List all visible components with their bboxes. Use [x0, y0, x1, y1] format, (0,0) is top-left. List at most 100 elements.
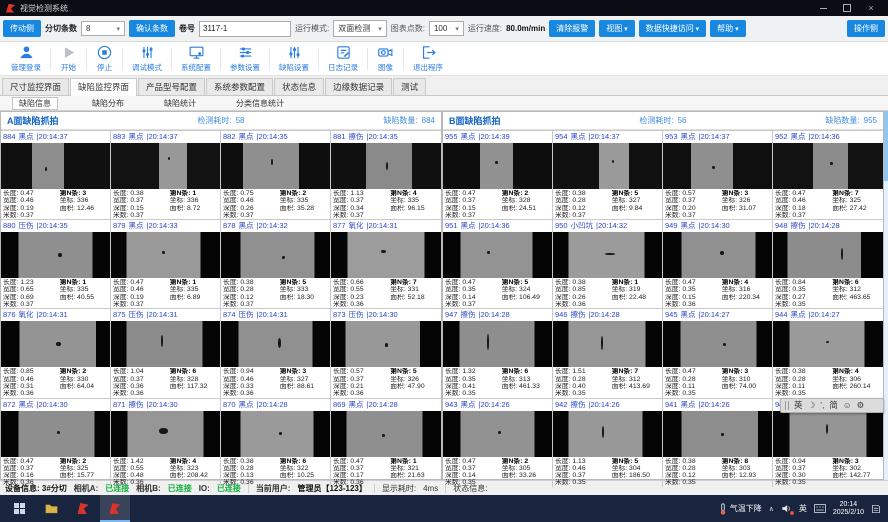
- defect-cell[interactable]: 869黑点|20:14:28长度: 0.47宽度: 0.37深度: 0.17米数…: [331, 398, 441, 487]
- defect-cell[interactable]: 882黑点|20:14:35长度: 0.75宽度: 0.46深度: 0.26米数…: [221, 130, 331, 219]
- subtab-3[interactable]: 分类信息统计: [230, 98, 290, 109]
- info-row: 第N条: 7: [832, 190, 881, 197]
- defect-cell[interactable]: 949黑点|20:14:30长度: 0.47宽度: 0.35深度: 0.15米数…: [663, 219, 773, 308]
- action-start-button[interactable]: 开始: [51, 44, 86, 73]
- confirm-count-button[interactable]: 确认条数: [129, 20, 175, 37]
- action-image-button[interactable]: 图像: [368, 44, 403, 73]
- keyboard-icon[interactable]: [814, 504, 826, 513]
- defect-cell[interactable]: 872黑点|20:14:30长度: 0.47宽度: 0.37深度: 0.16米数…: [1, 398, 111, 487]
- defect-spot: [721, 433, 724, 436]
- defect-cell[interactable]: 950小凹坑|20:14:32长度: 0.38宽度: 0.85深度: 0.26米…: [553, 219, 663, 308]
- tab-6[interactable]: 测试: [393, 78, 426, 95]
- ime-lang-toggle[interactable]: 英: [794, 399, 803, 412]
- defect-cell[interactable]: 942擦伤|20:14:26长度: 1.13宽度: 0.46深度: 0.37米数…: [553, 398, 663, 487]
- run-mode-select[interactable]: 双面检测: [333, 20, 387, 37]
- defect-cell[interactable]: 880压伤|20:14:35长度: 1.23宽度: 0.65深度: 0.69米数…: [1, 219, 111, 308]
- action-user-button[interactable]: 管理登录: [2, 44, 50, 73]
- tab-1[interactable]: 缺陷监控界面: [70, 78, 137, 96]
- start-button[interactable]: [4, 495, 34, 522]
- action-stop-button[interactable]: 停止: [87, 44, 122, 73]
- info-row: 坐标: 326: [390, 376, 439, 383]
- minimize-button[interactable]: [818, 3, 828, 13]
- ime-punctuation-toggle[interactable]: ’,: [820, 399, 824, 412]
- taskbar-app-icon[interactable]: [68, 495, 98, 522]
- info-row: 宽度: 0.28: [665, 376, 722, 383]
- defect-cell[interactable]: 941黑点|20:14:26长度: 0.38宽度: 0.28深度: 0.12米数…: [663, 398, 773, 487]
- defect-info-right: 第N条: 4坐标: 335面积: 96.15: [390, 190, 439, 219]
- defect-cell[interactable]: 952黑点|20:14:36长度: 0.47宽度: 0.46深度: 0.18米数…: [773, 130, 883, 219]
- defect-cell[interactable]: 953黑点|20:14:37长度: 0.57宽度: 0.37深度: 0.20米数…: [663, 130, 773, 219]
- ime-simplified-toggle[interactable]: 简: [829, 399, 838, 412]
- tab-0[interactable]: 尺寸监控界面: [2, 78, 69, 95]
- defect-cell[interactable]: 873压伤|20:14:30长度: 0.57宽度: 0.37深度: 0.21米数…: [331, 308, 441, 397]
- defect-cell[interactable]: 944黑点|20:14:27长度: 0.38宽度: 0.28深度: 0.11米数…: [773, 308, 883, 397]
- defect-cell[interactable]: 879黑点|20:14:33长度: 0.47宽度: 0.46深度: 0.19米数…: [111, 219, 221, 308]
- ime-drag-handle[interactable]: [785, 401, 789, 410]
- run-speed-label: 运行速度:: [468, 23, 502, 34]
- start-icon: [60, 44, 77, 61]
- defect-cell[interactable]: 870黑点|20:14:28长度: 0.38宽度: 0.28深度: 0.13米数…: [221, 398, 331, 487]
- defect-cell[interactable]: 884黑点|20:14:37长度: 0.47宽度: 0.46深度: 0.19米数…: [1, 130, 111, 219]
- subtab-2[interactable]: 缺陷统计: [158, 98, 202, 109]
- defect-cell[interactable]: 875压伤|20:14:31长度: 1.04宽度: 0.37深度: 0.36米数…: [111, 308, 221, 397]
- drive-side-button[interactable]: 传动侧: [3, 20, 41, 37]
- info-row: 宽度: 0.46: [223, 197, 280, 204]
- scrollbar-thumb[interactable]: [884, 111, 888, 181]
- chart-points-select[interactable]: 100: [429, 21, 464, 36]
- view-menu-button[interactable]: 视图: [599, 20, 634, 37]
- roll-number-input[interactable]: [199, 21, 291, 37]
- defect-cell[interactable]: 946擦伤|20:14:28长度: 1.51宽度: 0.28深度: 0.40米数…: [553, 308, 663, 397]
- action-log-button[interactable]: 日志记录: [319, 44, 367, 73]
- defect-cell[interactable]: 947擦伤|20:14:28长度: 1.32宽度: 0.35深度: 0.41米数…: [443, 308, 553, 397]
- defect-cell[interactable]: 871擦伤|20:14:30长度: 1.42宽度: 0.55深度: 0.48米数…: [111, 398, 221, 487]
- clear-alarm-button[interactable]: 清除报警: [549, 20, 595, 37]
- defect-cell[interactable]: 948擦伤|20:14:28长度: 0.84宽度: 0.35深度: 0.27米数…: [773, 219, 883, 308]
- tray-expand-chevron[interactable]: ∧: [769, 505, 774, 513]
- defect-cell[interactable]: 883黑点|20:14:37长度: 0.38宽度: 0.37深度: 0.15米数…: [111, 130, 221, 219]
- close-button[interactable]: ×: [866, 3, 876, 13]
- defect-cell[interactable]: 877氧化|20:14:31长度: 0.66宽度: 0.55深度: 0.23米数…: [331, 219, 441, 308]
- defect-cell[interactable]: 881擦伤|20:14:35长度: 1.13宽度: 0.37深度: 0.34米数…: [331, 130, 441, 219]
- action-system-button[interactable]: 系统配置: [172, 44, 220, 73]
- info-row: 面积: 40.55: [60, 294, 108, 301]
- subtab-0[interactable]: 缺陷信息: [12, 97, 58, 110]
- operate-side-button[interactable]: 操作侧: [847, 20, 885, 37]
- defect-cell[interactable]: 878黑点|20:14:32长度: 0.38宽度: 0.28深度: 0.12米数…: [221, 219, 331, 308]
- defect-label: 870黑点|20:14:28: [221, 399, 330, 411]
- weather-widget[interactable]: 气温下降: [719, 503, 762, 515]
- file-explorer-button[interactable]: [36, 495, 66, 522]
- action-exit-button[interactable]: 退出程序: [404, 44, 452, 73]
- ime-settings-icon[interactable]: ⚙: [857, 399, 865, 412]
- tab-4[interactable]: 状态信息: [274, 78, 324, 95]
- action-params-button[interactable]: 参数设置: [221, 44, 269, 73]
- defect-cell[interactable]: 876氧化|20:14:31长度: 0.85宽度: 0.46深度: 0.31米数…: [1, 308, 111, 397]
- defect-cell[interactable]: 943黑点|20:14:26长度: 0.47宽度: 0.37深度: 0.14米数…: [443, 398, 553, 487]
- defect-type: 擦伤: [571, 399, 586, 411]
- clock[interactable]: 20:14 2025/2/10: [833, 501, 864, 517]
- volume-tray-icon[interactable]: [781, 503, 792, 514]
- action-debug-button[interactable]: 调试模式: [123, 44, 171, 73]
- data-access-menu-button[interactable]: 数据快捷访问: [639, 20, 706, 37]
- ime-moon-icon[interactable]: ☽: [808, 399, 816, 412]
- ime-indicator[interactable]: 英: [799, 503, 807, 514]
- defect-cell[interactable]: 951黑点|20:14:36长度: 0.47宽度: 0.35深度: 0.14米数…: [443, 219, 553, 308]
- thermometer-icon: [719, 503, 727, 515]
- tab-2[interactable]: 产品型号配置: [138, 78, 205, 95]
- action-defect-button[interactable]: 缺陷设置: [270, 44, 318, 73]
- defect-cell[interactable]: 955黑点|20:14:39长度: 0.47宽度: 0.37深度: 0.15米数…: [443, 130, 553, 219]
- tab-3[interactable]: 系统参数配置: [206, 78, 273, 95]
- slit-count-select[interactable]: 8: [81, 21, 125, 36]
- subtab-1[interactable]: 缺陷分布: [86, 98, 130, 109]
- defect-cell[interactable]: 954黑点|20:14:37长度: 0.38宽度: 0.28深度: 0.12米数…: [553, 130, 663, 219]
- defect-cell[interactable]: 945黑点|20:14:27长度: 0.47宽度: 0.28深度: 0.11米数…: [663, 308, 773, 397]
- defect-info-right: 第N条: 7坐标: 312面积: 413.69: [612, 368, 660, 397]
- maximize-button[interactable]: [842, 3, 852, 13]
- ime-emoji-icon[interactable]: ☺: [843, 399, 852, 412]
- defect-label: 948擦伤|20:14:28: [773, 220, 883, 232]
- action-center-icon[interactable]: [871, 504, 881, 514]
- taskbar-app-icon-active[interactable]: [100, 495, 130, 522]
- info-row: 第N条: 3: [722, 368, 770, 375]
- tab-5[interactable]: 边缘数据记录: [325, 78, 392, 95]
- defect-cell[interactable]: 874压伤|20:14:31长度: 0.94宽度: 0.46深度: 0.33米数…: [221, 308, 331, 397]
- help-menu-button[interactable]: 帮助: [710, 20, 745, 37]
